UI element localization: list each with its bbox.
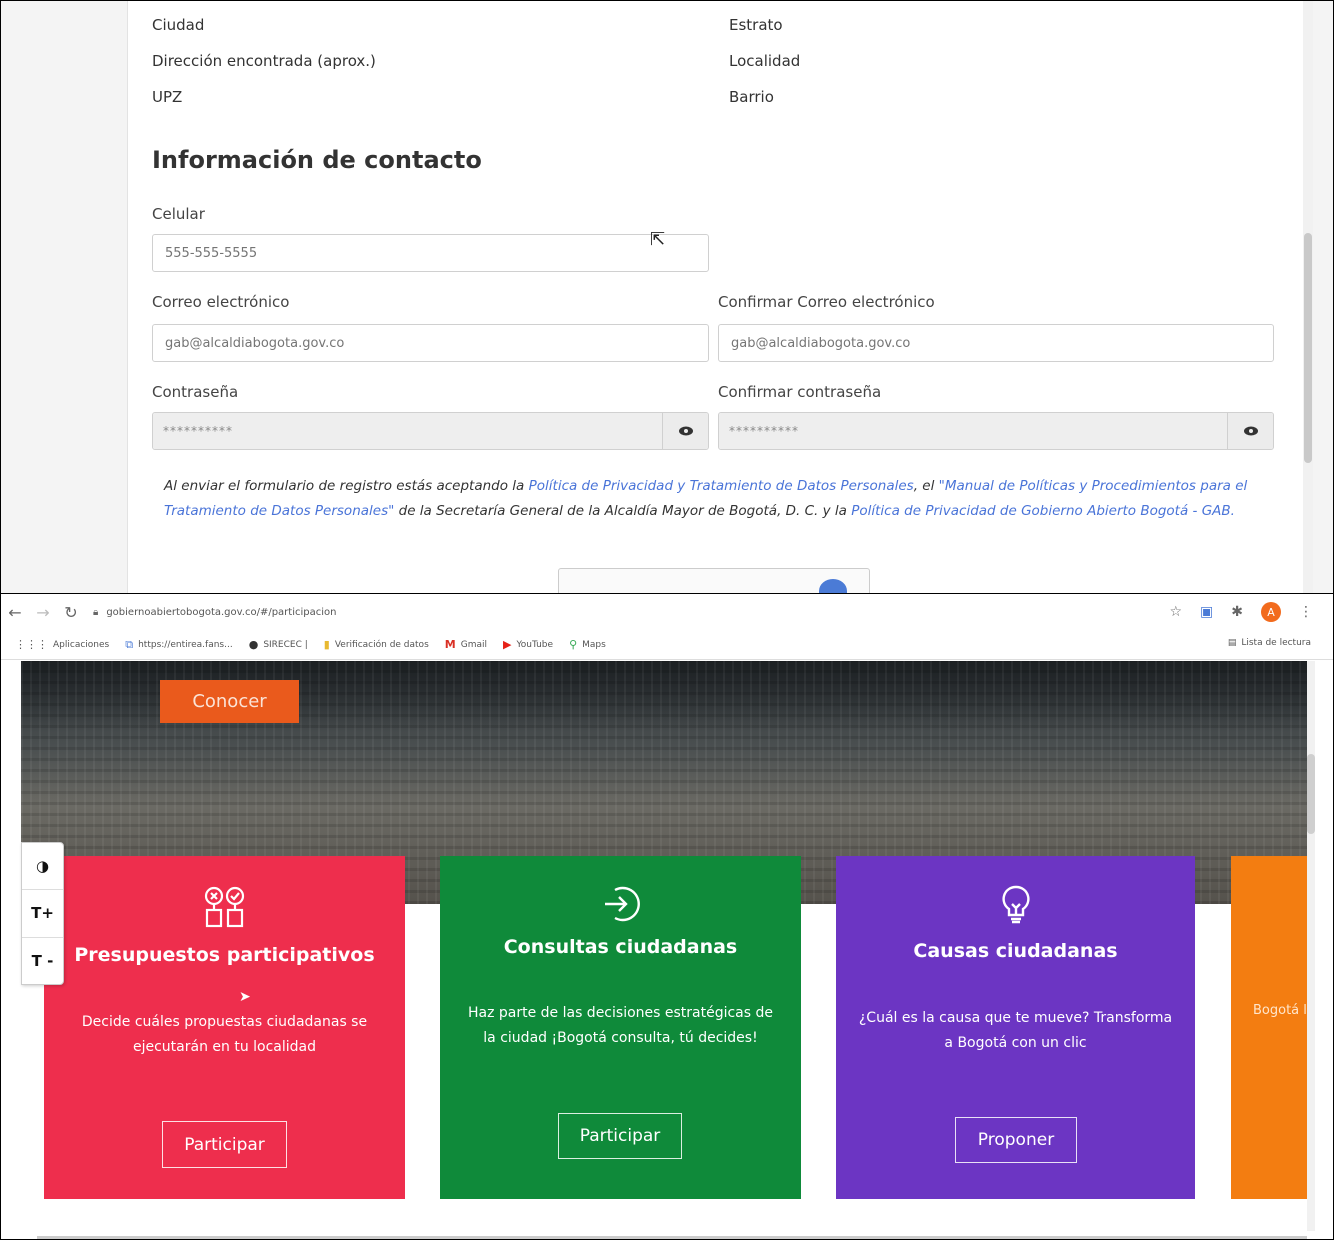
forward-arrow-icon[interactable]: → (29, 603, 57, 622)
phone-label: Celular (152, 205, 205, 223)
bookmark-verificacion[interactable]: ▮ Verificación de datos (324, 638, 429, 651)
registration-form-screenshot: Ciudad Estrato Dirección encontrada (apr… (0, 0, 1334, 594)
bookmark-label: SIRECEC | (263, 639, 308, 650)
bookmark-label: YouTube (516, 639, 554, 650)
bookmark-maps[interactable]: ⚲ Maps (569, 638, 606, 651)
conocer-button[interactable]: Conocer (160, 680, 299, 723)
link-icon: ⧉ (125, 637, 134, 651)
card-description: ¿Cuál es la causa que te mueve? Transfor… (858, 1010, 1173, 1051)
password-confirm-input[interactable] (719, 413, 1227, 449)
bookmarks-bar: ⋮⋮⋮ Aplicaciones ⧉ https://entirea.fans...… (1, 630, 1333, 660)
email-confirm-label: Confirmar Correo electrónico (718, 293, 935, 311)
reading-list-icon: ▤ (1227, 638, 1237, 648)
card-title: Consultas ciudadanas (503, 936, 738, 958)
browser-window-screenshot: ← → ↻ 🔒︎ gobiernoabiertobogota.gov.co/#/… (0, 593, 1334, 1240)
bookmark-star-icon[interactable]: ☆ (1169, 604, 1182, 620)
gab-privacy-link[interactable]: Política de Privacidad de Gobierno Abier… (851, 503, 1235, 519)
contact-section-title: Información de contacto (152, 146, 482, 174)
card-description: Decide cuáles propuestas ciudadanas se e… (81, 1014, 368, 1055)
legal-text-2: , el (913, 478, 939, 494)
bookmark-label: Aplicaciones (53, 639, 110, 650)
bookmark-gmail[interactable]: M Gmail (445, 638, 487, 651)
menu-kebab-icon[interactable]: ⋮ (1299, 604, 1313, 620)
bookmark-label: Verificación de datos (334, 639, 429, 650)
stratum-label: Estrato (729, 16, 783, 34)
password-label: Contraseña (152, 383, 239, 401)
password-confirm-field (718, 412, 1274, 450)
reload-icon[interactable]: ↻ (57, 603, 85, 622)
extensions-puzzle-icon[interactable]: ✱ (1231, 604, 1243, 620)
form-scrollbar-thumb[interactable] (1304, 233, 1312, 463)
card-title: Causas ciudadanas (913, 940, 1118, 962)
gmail-icon: M (444, 638, 456, 651)
card-consultas-ciudadanas: Consultas ciudadanas Haz parte de las de… (440, 856, 801, 1199)
password-input[interactable] (153, 413, 662, 449)
legal-text-1: Al enviar el formulario de registro está… (164, 478, 529, 494)
ballot-vote-icon (44, 884, 405, 932)
lock-icon: 🔒︎ (93, 606, 99, 618)
card-title: Presupuestos participativos (74, 944, 375, 966)
folder-icon: ▮ (323, 638, 330, 651)
card-description: Haz parte de las decisiones estratégicas… (467, 1005, 774, 1046)
page-scrollbar-track[interactable] (1307, 661, 1315, 1231)
privacy-policy-link[interactable]: Política de Privacidad y Tratamiento de … (529, 478, 914, 494)
enter-arrow-icon (440, 884, 801, 924)
upz-label: UPZ (152, 88, 183, 106)
reading-list-button[interactable]: ▤ Lista de lectura (1228, 638, 1311, 648)
mouse-cursor-icon: ➤ (239, 989, 251, 1005)
proponer-causas-button[interactable]: Proponer (955, 1117, 1077, 1163)
accessibility-toolbar: ◑ T+ T - (21, 842, 64, 985)
toolbar-actions: ☆ ▣ ✱ A ⋮ (1169, 602, 1313, 622)
email-label: Correo electrónico (152, 293, 290, 311)
circle-icon: ● (248, 638, 259, 651)
password-field (152, 412, 709, 450)
recaptcha-box[interactable] (558, 568, 870, 593)
card-presupuestos-participativos: Presupuestos participativos Decide cuále… (44, 856, 405, 1199)
page-scrollbar-thumb[interactable] (1307, 754, 1315, 834)
card-description: Bogotá llevar a y con (1253, 1003, 1311, 1018)
bookmark-apps[interactable]: ⋮⋮⋮ Aplicaciones (15, 638, 109, 651)
email-confirm-input[interactable] (718, 324, 1274, 362)
back-arrow-icon[interactable]: ← (1, 603, 29, 622)
bookmark-label: https://entirea.fans... (138, 639, 233, 650)
url-text: gobiernoabiertobogota.gov.co/#/participa… (106, 606, 337, 618)
form-card: Ciudad Estrato Dirección encontrada (apr… (127, 1, 1307, 593)
profile-avatar[interactable]: A (1261, 602, 1281, 622)
legal-text-3: de la Secretaría General de la Alcaldía … (394, 503, 852, 519)
divider (37, 1236, 1307, 1239)
address-bar[interactable]: 🔒︎ gobiernoabiertobogota.gov.co/#/partic… (93, 607, 336, 618)
mouse-cursor-icon: ⇱ (650, 229, 666, 250)
found-address-label: Dirección encontrada (aprox.) (152, 52, 376, 70)
bookmark-youtube[interactable]: ▶ YouTube (503, 638, 553, 651)
recaptcha-logo-icon (819, 579, 847, 593)
legal-consent-text: Al enviar el formulario de registro está… (164, 474, 1269, 524)
contrast-toggle-icon[interactable]: ◑ (22, 843, 63, 891)
decrease-text-button[interactable]: T - (22, 938, 63, 984)
reading-list-label: Lista de lectura (1241, 638, 1311, 648)
city-label: Ciudad (152, 16, 205, 34)
card-fourth-partial: Bogotá llevar a y con (1231, 856, 1311, 1199)
increase-text-button[interactable]: T+ (22, 890, 63, 938)
show-password-eye-icon[interactable] (662, 413, 708, 449)
locality-label: Localidad (729, 52, 801, 70)
participar-presupuestos-button[interactable]: Participar (162, 1121, 287, 1168)
extension-icon[interactable]: ▣ (1200, 604, 1213, 620)
lightbulb-icon (836, 884, 1195, 924)
password-confirm-label: Confirmar contraseña (718, 383, 882, 401)
card-causas-ciudadanas: Causas ciudadanas ¿Cuál es la causa que … (836, 856, 1195, 1199)
browser-toolbar: ← → ↻ 🔒︎ gobiernoabiertobogota.gov.co/#/… (1, 594, 1333, 630)
email-input[interactable] (152, 324, 709, 362)
bookmark-label: Maps (582, 639, 606, 650)
neighborhood-label: Barrio (729, 88, 774, 106)
bookmark-sirecec[interactable]: ● SIRECEC | (249, 638, 308, 651)
bookmark-link[interactable]: ⧉ https://entirea.fans... (125, 638, 232, 652)
phone-input[interactable] (152, 234, 709, 272)
participar-consultas-button[interactable]: Participar (558, 1113, 682, 1159)
maps-pin-icon: ⚲ (569, 638, 578, 651)
youtube-icon: ▶ (502, 638, 512, 651)
apps-grid-icon: ⋮⋮⋮ (15, 638, 48, 651)
bookmark-label: Gmail (460, 639, 487, 650)
show-password-confirm-eye-icon[interactable] (1227, 413, 1273, 449)
